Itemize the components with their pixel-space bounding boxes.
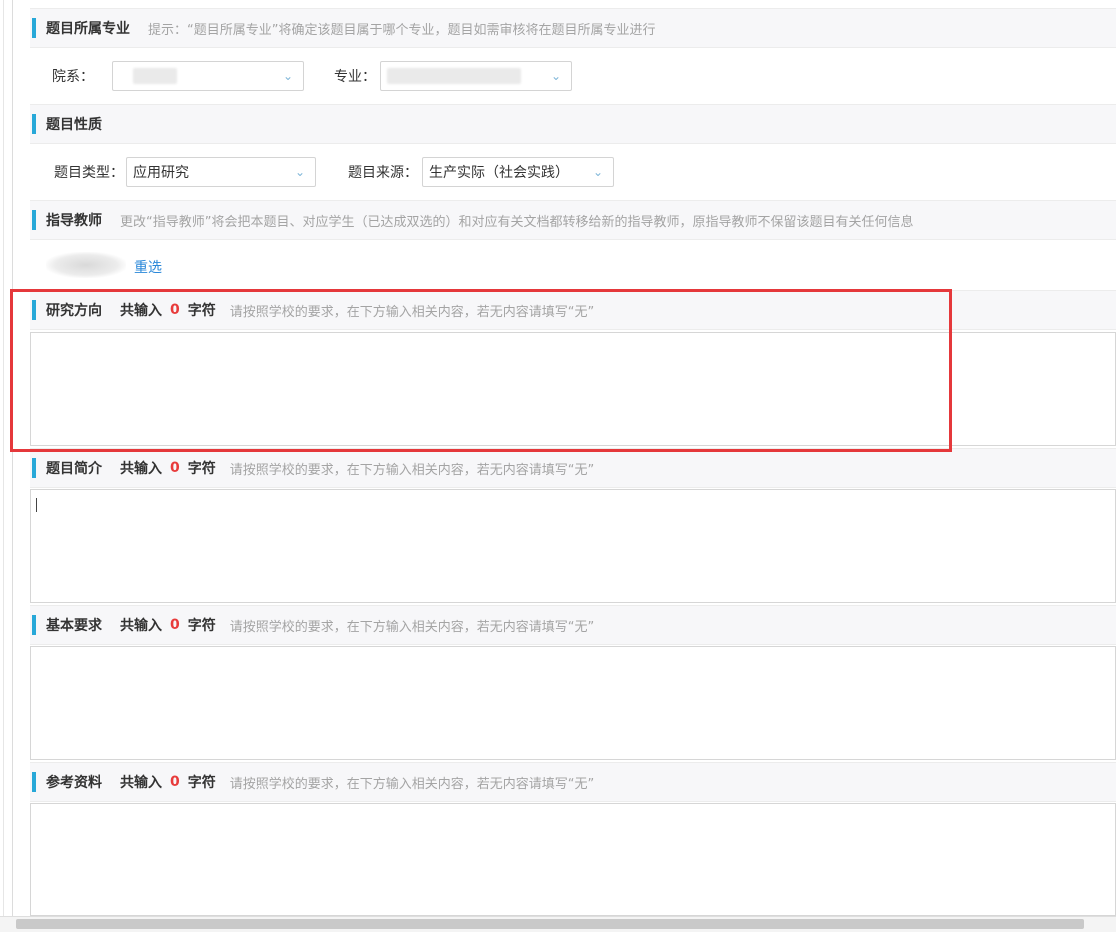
advisor-avatar	[46, 252, 126, 278]
char-count: 0	[170, 302, 180, 318]
accent-bar	[32, 458, 36, 478]
chevron-down-icon: ⌄	[294, 165, 306, 179]
source-selected-value: 生产实际（社会实践）	[429, 165, 569, 181]
type-selected-value: 应用研究	[133, 165, 189, 181]
accent-bar	[32, 114, 36, 134]
char-count-prefix: 共输入	[120, 775, 162, 791]
reselect-advisor-link[interactable]: 重选	[134, 257, 162, 277]
horizontal-scrollbar[interactable]	[0, 916, 1116, 932]
char-count-prefix: 共输入	[120, 461, 162, 477]
research-direction-textarea[interactable]	[30, 332, 1116, 446]
char-count-suffix: 字符	[187, 303, 216, 319]
accent-bar	[32, 772, 36, 792]
text-caret	[36, 498, 37, 512]
redacted-value	[387, 68, 521, 84]
char-count: 0	[170, 774, 180, 790]
section-title-nature: 题目性质	[46, 117, 102, 133]
type-select[interactable]: 应用研究 ⌄	[126, 157, 316, 187]
section-hint-requirements: 请按照学校的要求，在下方输入相关内容，若无内容请填写“无”	[229, 619, 595, 635]
scrollbar-thumb[interactable]	[16, 919, 1084, 929]
redacted-value	[133, 68, 177, 84]
chevron-down-icon: ⌄	[550, 69, 562, 83]
section-title-references: 参考资料	[46, 775, 102, 791]
char-count: 0	[170, 460, 180, 476]
source-select[interactable]: 生产实际（社会实践） ⌄	[422, 157, 614, 187]
section-header-nature: 题目性质	[30, 104, 1116, 144]
section-title-intro: 题目简介	[46, 461, 102, 477]
department-label: 院系：	[52, 69, 94, 85]
section-title-major: 题目所属专业	[46, 21, 130, 37]
section-hint-advisor: 更改“指导教师”将会把本题目、对应学生（已达成双选的）和对应有关文档都转移给新的…	[120, 214, 914, 230]
char-count-suffix: 字符	[187, 775, 216, 791]
section-header-advisor: 指导教师 更改“指导教师”将会把本题目、对应学生（已达成双选的）和对应有关文档都…	[30, 200, 1116, 240]
section-title-advisor: 指导教师	[46, 213, 102, 229]
section-title-requirements: 基本要求	[46, 618, 102, 634]
section-header-intro: 题目简介 共输入 0 字符 请按照学校的要求，在下方输入相关内容，若无内容请填写…	[30, 448, 1116, 488]
section-hint-research: 请按照学校的要求，在下方输入相关内容，若无内容请填写“无”	[229, 304, 595, 320]
type-label: 题目类型：	[54, 165, 124, 181]
section-header-references: 参考资料 共输入 0 字符 请按照学校的要求，在下方输入相关内容，若无内容请填写…	[30, 762, 1116, 802]
section-header-research: 研究方向 共输入 0 字符 请按照学校的要求，在下方输入相关内容，若无内容请填写…	[30, 290, 1116, 330]
major-select[interactable]: ⌄	[380, 61, 572, 91]
chevron-down-icon: ⌄	[282, 69, 294, 83]
section-header-major: 题目所属专业 提示：“题目所属专业”将确定该题目属于哪个专业，题目如需审核将在题…	[30, 8, 1116, 48]
nature-row: 题目类型： 应用研究 ⌄ 题目来源： 生产实际（社会实践） ⌄	[30, 146, 1116, 198]
requirements-textarea[interactable]	[30, 646, 1116, 760]
char-count-suffix: 字符	[187, 618, 216, 634]
references-textarea[interactable]	[30, 803, 1116, 916]
window-edge	[0, 0, 4, 932]
section-hint-references: 请按照学校的要求，在下方输入相关内容，若无内容请填写“无”	[229, 776, 595, 792]
intro-textarea[interactable]	[30, 489, 1116, 603]
char-count-prefix: 共输入	[120, 618, 162, 634]
char-count: 0	[170, 617, 180, 633]
section-hint-major: 提示：“题目所属专业”将确定该题目属于哪个专业，题目如需审核将在题目所属专业进行	[148, 22, 656, 38]
char-count-prefix: 共输入	[120, 303, 162, 319]
char-count-suffix: 字符	[187, 461, 216, 477]
major-label: 专业：	[334, 69, 376, 85]
section-hint-intro: 请按照学校的要求，在下方输入相关内容，若无内容请填写“无”	[229, 462, 595, 478]
accent-bar	[32, 18, 36, 38]
accent-bar	[32, 210, 36, 230]
chevron-down-icon: ⌄	[592, 165, 604, 179]
accent-bar	[32, 615, 36, 635]
section-header-requirements: 基本要求 共输入 0 字符 请按照学校的要求，在下方输入相关内容，若无内容请填写…	[30, 605, 1116, 645]
source-label: 题目来源：	[348, 165, 418, 181]
section-title-research: 研究方向	[46, 303, 102, 319]
major-row: 院系： ⌄ 专业： ⌄	[30, 50, 1116, 102]
accent-bar	[32, 300, 36, 320]
department-select[interactable]: ⌄	[112, 61, 304, 91]
